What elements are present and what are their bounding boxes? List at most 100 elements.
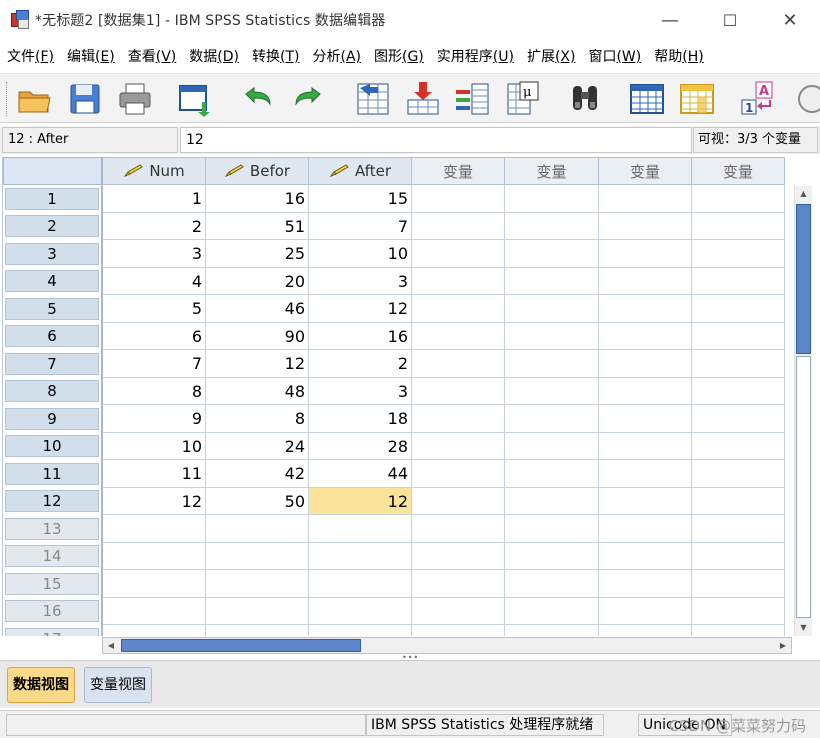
data-cell[interactable] [103, 542, 206, 570]
data-cell[interactable] [599, 350, 692, 378]
data-cell[interactable] [599, 267, 692, 295]
data-cell[interactable] [505, 515, 599, 543]
data-cell[interactable]: 16 [206, 185, 309, 213]
variables-icon[interactable] [454, 80, 492, 118]
data-cell[interactable] [692, 432, 785, 460]
data-cell[interactable]: 42 [206, 460, 309, 488]
data-cell[interactable] [412, 570, 505, 598]
data-cell[interactable] [412, 515, 505, 543]
row-header[interactable]: 11 [3, 460, 103, 488]
data-cell[interactable] [692, 625, 785, 636]
data-cell[interactable] [505, 570, 599, 598]
data-cell[interactable] [505, 432, 599, 460]
data-cell[interactable] [505, 212, 599, 240]
data-cell[interactable] [505, 460, 599, 488]
row-header[interactable]: 15 [3, 570, 103, 598]
data-cell[interactable] [206, 625, 309, 636]
data-cell[interactable]: 12 [309, 295, 412, 323]
cell-value-editor[interactable]: 12 [180, 127, 692, 153]
data-cell[interactable] [412, 432, 505, 460]
data-cell[interactable] [599, 322, 692, 350]
redo-icon[interactable] [290, 80, 328, 118]
print-icon[interactable] [116, 80, 154, 118]
data-cell[interactable]: 16 [309, 322, 412, 350]
data-cell[interactable]: 3 [309, 377, 412, 405]
data-cell[interactable]: 12 [206, 350, 309, 378]
data-cell[interactable] [692, 542, 785, 570]
column-header-2[interactable]: After [309, 157, 412, 185]
data-cell[interactable] [309, 625, 412, 636]
data-cell[interactable]: 5 [103, 295, 206, 323]
insert-variable-icon[interactable] [678, 80, 716, 118]
data-cell[interactable] [412, 185, 505, 213]
data-cell[interactable]: 90 [206, 322, 309, 350]
data-cell[interactable]: 20 [206, 267, 309, 295]
row-header[interactable]: 3 [3, 240, 103, 268]
data-cell[interactable] [599, 405, 692, 433]
save-icon[interactable] [66, 80, 104, 118]
row-header[interactable]: 4 [3, 267, 103, 295]
data-cell[interactable] [412, 377, 505, 405]
horizontal-scroll-thumb[interactable] [121, 639, 361, 652]
data-cell[interactable] [103, 597, 206, 625]
row-header[interactable]: 5 [3, 295, 103, 323]
data-cell[interactable] [206, 515, 309, 543]
data-cell[interactable] [599, 295, 692, 323]
menu-item-10[interactable]: 帮助(H) [647, 42, 709, 72]
row-header[interactable]: 9 [3, 405, 103, 433]
data-cell[interactable] [692, 460, 785, 488]
data-cell[interactable] [599, 542, 692, 570]
data-cell[interactable] [692, 322, 785, 350]
row-header[interactable]: 2 [3, 212, 103, 240]
data-cell[interactable]: 44 [309, 460, 412, 488]
data-cell[interactable] [412, 212, 505, 240]
data-cell[interactable] [505, 240, 599, 268]
data-cell[interactable] [692, 185, 785, 213]
data-cell[interactable]: 6 [103, 322, 206, 350]
data-cell[interactable]: 28 [309, 432, 412, 460]
maximize-button[interactable]: ☐ [700, 0, 760, 40]
data-cell[interactable] [599, 460, 692, 488]
column-header-5[interactable]: 变量 [599, 157, 692, 185]
open-folder-icon[interactable] [16, 80, 54, 118]
data-cell[interactable]: 11 [103, 460, 206, 488]
column-header-3[interactable]: 变量 [412, 157, 505, 185]
data-cell[interactable] [505, 377, 599, 405]
row-header[interactable]: 10 [3, 432, 103, 460]
data-cell[interactable] [505, 185, 599, 213]
data-cell[interactable]: 8 [103, 377, 206, 405]
dialog-recall-icon[interactable] [176, 80, 214, 118]
data-cell[interactable]: 15 [309, 185, 412, 213]
split-file-icon[interactable] [790, 80, 820, 118]
scroll-up-icon[interactable]: ▲ [795, 186, 812, 202]
minimize-button[interactable]: — [640, 0, 700, 40]
goto-variable-icon[interactable] [404, 80, 442, 118]
data-cell[interactable] [412, 542, 505, 570]
data-cell[interactable] [599, 240, 692, 268]
data-cell[interactable] [412, 240, 505, 268]
menu-item-6[interactable]: 图形(G) [367, 42, 430, 72]
selected-cell[interactable]: 12 [309, 487, 412, 515]
data-cell[interactable]: 3 [309, 267, 412, 295]
data-cell[interactable] [412, 322, 505, 350]
data-cell[interactable]: 1 [103, 185, 206, 213]
data-cell[interactable] [692, 487, 785, 515]
find-icon[interactable] [566, 80, 604, 118]
data-cell[interactable]: 7 [103, 350, 206, 378]
data-cell[interactable]: 10 [103, 432, 206, 460]
column-header-6[interactable]: 变量 [692, 157, 785, 185]
data-cell[interactable] [412, 405, 505, 433]
data-cell[interactable]: 2 [103, 212, 206, 240]
menu-item-3[interactable]: 数据(D) [182, 42, 245, 72]
data-cell[interactable] [103, 570, 206, 598]
data-cell[interactable] [309, 570, 412, 598]
menu-item-9[interactable]: 窗口(W) [581, 42, 647, 72]
menu-item-4[interactable]: 转换(T) [245, 42, 305, 72]
data-cell[interactable] [412, 460, 505, 488]
data-cell[interactable] [599, 597, 692, 625]
data-cell[interactable] [692, 240, 785, 268]
data-cell[interactable] [599, 377, 692, 405]
data-cell[interactable]: 12 [103, 487, 206, 515]
data-cell[interactable]: 3 [103, 240, 206, 268]
data-cell[interactable] [692, 295, 785, 323]
